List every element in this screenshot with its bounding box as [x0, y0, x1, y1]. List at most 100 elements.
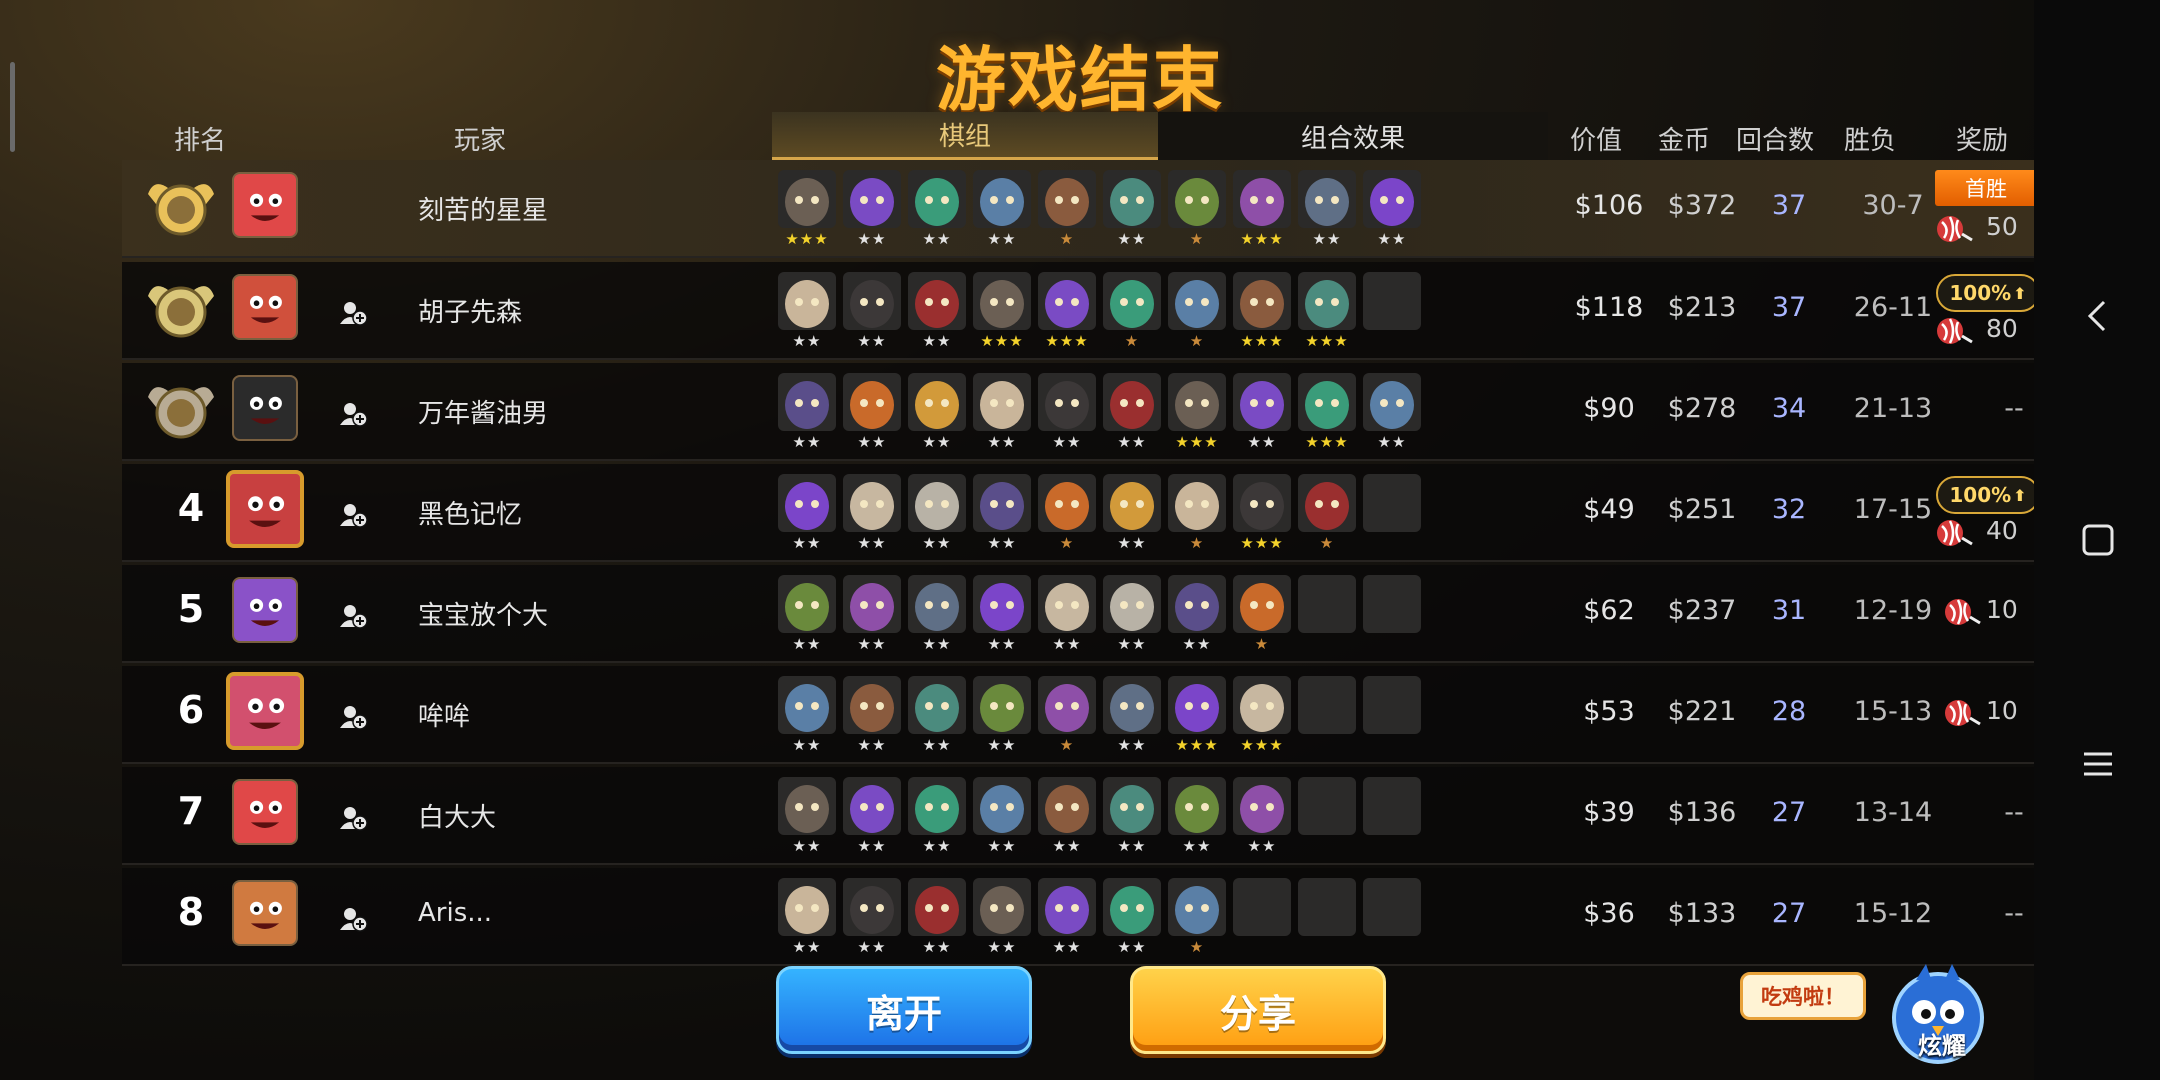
unit-slot[interactable]: ★★	[973, 777, 1031, 855]
unit-slot[interactable]: ★★	[1233, 777, 1291, 855]
unit-slot[interactable]: ★★	[1233, 373, 1291, 451]
unit-slot[interactable]: ★★	[1103, 575, 1161, 653]
unit-slot[interactable]: ★★	[778, 777, 836, 855]
unit-slot[interactable]: ★★	[908, 878, 966, 956]
unit-slot[interactable]: ★★★	[1233, 676, 1291, 754]
unit-slot[interactable]: ★★★	[1168, 373, 1226, 451]
unit-slot[interactable]: ★★	[908, 170, 966, 248]
unit-slot[interactable]: ★★	[1103, 878, 1161, 956]
unit-slot[interactable]: ★	[1298, 474, 1356, 552]
unit-slot[interactable]: ★★	[908, 575, 966, 653]
unit-slot[interactable]: ★★	[1103, 777, 1161, 855]
table-row[interactable]: 4 黑色记忆 ★★ ★★ ★★ ★★ ★ ★★ ★ ★★★ ★ $49 $251 32 17-15 100% ⬆…	[122, 464, 2040, 562]
table-row[interactable]: 刻苦的星星 ★★★ ★★ ★★ ★★ ★ ★★ ★ ★★★ ★★ ★★ $106 $372 37 30-7 首…	[122, 160, 2037, 258]
table-row[interactable]: 8 Aris... ★★ ★★ ★★ ★★ ★★ ★★ ★ $36 $133 27 15-12 --	[122, 868, 2034, 966]
table-row[interactable]: 5 宝宝放个大 ★★ ★★ ★★ ★★ ★★ ★★ ★★ ★ $62 $237 31 12-19 10	[122, 565, 2034, 663]
add-friend-icon[interactable]	[338, 601, 368, 631]
unit-slot[interactable]: ★	[1103, 272, 1161, 350]
table-row[interactable]: 7 白大大 ★★ ★★ ★★ ★★ ★★ ★★ ★★ ★★ $39 $136 27 13-14 --	[122, 767, 2034, 865]
unit-slot[interactable]: ★★	[843, 878, 901, 956]
unit-slot[interactable]: ★★	[1168, 777, 1226, 855]
unit-slot[interactable]: ★★	[1298, 170, 1356, 248]
unit-slot[interactable]: ★★	[1103, 676, 1161, 754]
unit-slot[interactable]: ★	[1038, 676, 1096, 754]
unit-slot[interactable]: ★★★	[1233, 474, 1291, 552]
avatar[interactable]	[232, 779, 298, 845]
unit-slot[interactable]: ★	[1168, 170, 1226, 248]
unit-slot[interactable]: ★★	[908, 272, 966, 350]
unit-slot[interactable]: ★★★	[1038, 272, 1096, 350]
unit-slot[interactable]: ★★★	[1233, 272, 1291, 350]
add-friend-icon[interactable]	[338, 702, 368, 732]
unit-slot[interactable]: ★★★	[1298, 373, 1356, 451]
unit-slot[interactable]: ★★	[1103, 373, 1161, 451]
unit-slot[interactable]: ★★★	[973, 272, 1031, 350]
leave-button[interactable]: 离开	[776, 966, 1032, 1054]
unit-slot[interactable]: ★★	[778, 878, 836, 956]
avatar[interactable]	[232, 274, 298, 340]
menu-icon[interactable]	[2076, 742, 2120, 786]
unit-slot[interactable]: ★★	[778, 575, 836, 653]
unit-slot[interactable]: ★★	[843, 676, 901, 754]
add-friend-icon[interactable]	[338, 399, 368, 429]
tab-board[interactable]: 棋组	[772, 112, 1158, 160]
unit-slot[interactable]: ★★	[843, 373, 901, 451]
table-row[interactable]: 胡子先森 ★★ ★★ ★★ ★★★ ★★★ ★ ★ ★★★ ★★★ $118 $213 37 26-11 1…	[122, 262, 2040, 360]
avatar[interactable]	[232, 880, 298, 946]
avatar[interactable]	[232, 577, 298, 643]
unit-slot[interactable]: ★★	[973, 170, 1031, 248]
unit-slot[interactable]: ★★	[843, 272, 901, 350]
unit-slot[interactable]: ★★	[973, 373, 1031, 451]
unit-slot[interactable]: ★★	[1038, 575, 1096, 653]
unit-slot[interactable]: ★★	[843, 474, 901, 552]
unit-slot[interactable]: ★★	[778, 373, 836, 451]
unit-slot[interactable]: ★★	[973, 878, 1031, 956]
table-row[interactable]: 万年酱油男 ★★ ★★ ★★ ★★ ★★ ★★ ★★★ ★★ ★★★ ★★ $90 $278 34 21-1…	[122, 363, 2034, 461]
avatar[interactable]	[226, 470, 304, 548]
unit-slot[interactable]: ★★★	[1298, 272, 1356, 350]
unit-slot[interactable]: ★★	[778, 272, 836, 350]
add-friend-icon[interactable]	[338, 500, 368, 530]
unit-slot[interactable]: ★	[1038, 474, 1096, 552]
unit-slot[interactable]: ★★★	[1168, 676, 1226, 754]
unit-slot[interactable]: ★★	[778, 676, 836, 754]
unit-slot[interactable]: ★★	[1168, 575, 1226, 653]
unit-slot[interactable]: ★★	[908, 373, 966, 451]
unit-slot[interactable]: ★★	[778, 474, 836, 552]
unit-slot[interactable]: ★	[1168, 878, 1226, 956]
unit-slot[interactable]: ★★	[973, 474, 1031, 552]
unit-slot[interactable]: ★★	[1103, 474, 1161, 552]
table-row[interactable]: 6 哞哞 ★★ ★★ ★★ ★★ ★ ★★ ★★★ ★★★ $53 $221 28 15-13 10	[122, 666, 2034, 764]
avatar[interactable]	[232, 172, 298, 238]
avatar[interactable]	[226, 672, 304, 750]
unit-slot[interactable]: ★★	[973, 676, 1031, 754]
recent-apps-icon[interactable]	[2076, 518, 2120, 562]
share-button[interactable]: 分享	[1130, 966, 1386, 1054]
unit-slot[interactable]: ★	[1233, 575, 1291, 653]
unit-slot[interactable]: ★★	[908, 474, 966, 552]
unit-slot[interactable]: ★★	[1103, 170, 1161, 248]
unit-slot[interactable]: ★★	[1363, 373, 1421, 451]
unit-slot[interactable]: ★★	[908, 676, 966, 754]
mascot-label[interactable]: 炫耀	[1902, 1026, 1982, 1061]
add-friend-icon[interactable]	[338, 803, 368, 833]
avatar[interactable]	[232, 375, 298, 441]
unit-slot[interactable]: ★★	[843, 170, 901, 248]
add-friend-icon[interactable]	[338, 904, 368, 934]
unit-slot[interactable]: ★	[1168, 272, 1226, 350]
unit-slot[interactable]: ★★	[1038, 777, 1096, 855]
add-friend-icon[interactable]	[338, 298, 368, 328]
unit-slot[interactable]: ★★	[1038, 878, 1096, 956]
unit-slot[interactable]: ★	[1038, 170, 1096, 248]
unit-slot[interactable]: ★★	[843, 777, 901, 855]
unit-slot[interactable]: ★★★	[778, 170, 836, 248]
unit-slot[interactable]: ★	[1168, 474, 1226, 552]
unit-slot[interactable]: ★★	[1363, 170, 1421, 248]
tab-synergy[interactable]: 组合效果	[1158, 112, 1548, 160]
back-icon[interactable]	[2076, 294, 2120, 338]
unit-slot[interactable]: ★★	[973, 575, 1031, 653]
unit-slot[interactable]: ★★	[843, 575, 901, 653]
unit-slot[interactable]: ★★	[1038, 373, 1096, 451]
unit-slot[interactable]: ★★	[908, 777, 966, 855]
unit-slot[interactable]: ★★★	[1233, 170, 1291, 248]
